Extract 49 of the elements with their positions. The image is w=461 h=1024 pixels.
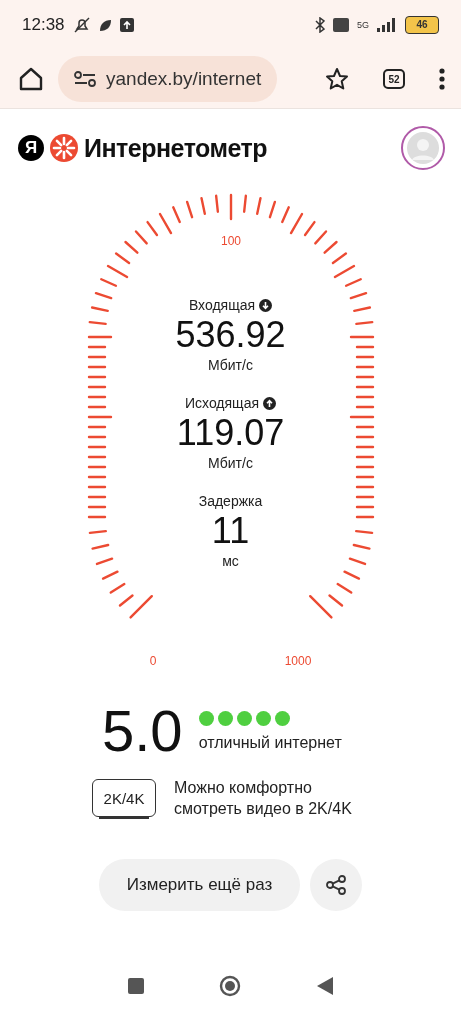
- metric-value: 536.92: [175, 313, 286, 357]
- arrow-up-icon: [263, 396, 276, 410]
- metric-value: 119.07: [176, 411, 285, 455]
- star-icon: [325, 67, 349, 91]
- metric-label: Входящая: [188, 297, 256, 313]
- tab-count-button[interactable]: 52: [383, 69, 405, 89]
- bluetooth-icon: [315, 17, 325, 33]
- avatar-button[interactable]: [401, 126, 445, 170]
- tune-icon: [74, 71, 96, 87]
- circle-icon: [219, 975, 242, 997]
- address-bar[interactable]: yandex.by/internet: [58, 56, 278, 102]
- page-title: Интернетометр: [84, 133, 268, 163]
- menu-icon: [439, 68, 445, 90]
- rating-dot: [255, 710, 271, 726]
- metric-unit: мс: [222, 553, 239, 569]
- upload-icon: [119, 18, 134, 32]
- volte-icon: [333, 18, 349, 32]
- logo-letter: Я: [18, 135, 44, 161]
- scale-label: 100: [220, 234, 241, 248]
- arrow-down-icon: [259, 298, 273, 312]
- rating-dot: [198, 710, 214, 726]
- network-type: 5G: [357, 20, 369, 30]
- scale-label: 0: [149, 654, 156, 667]
- muted-bell-icon: [72, 17, 91, 33]
- home-icon: [18, 66, 44, 92]
- back-icon: [317, 977, 334, 995]
- metric-label: Исходящая: [185, 395, 259, 411]
- metric-label: Задержка: [198, 493, 263, 509]
- rating-dot: [236, 710, 252, 726]
- url-text: yandex.by/internet: [106, 68, 262, 90]
- square-icon: [127, 978, 144, 994]
- rating-dot: [274, 710, 290, 726]
- battery-indicator: 46: [405, 16, 439, 34]
- signal-icon: [377, 18, 397, 32]
- status-time: 12:38: [22, 15, 65, 35]
- burst-logo-icon: [50, 134, 78, 162]
- rating-score: 5.0: [102, 701, 183, 761]
- retry-button[interactable]: Измерить ещё раз: [98, 859, 301, 911]
- rating-dot: [217, 710, 233, 726]
- scale-label: 1000: [284, 654, 311, 667]
- metric-value: 11: [211, 509, 250, 553]
- metric-unit: Мбит/с: [208, 455, 253, 471]
- quality-badge: 2K/4K: [92, 779, 156, 817]
- metric-unit: Мбит/с: [208, 357, 253, 373]
- leaf-icon: [98, 18, 112, 32]
- avatar-icon: [407, 132, 439, 164]
- rating-verdict: отличный интернет: [198, 733, 342, 752]
- quality-text: Можно комфортно смотреть видео в 2K/4K: [174, 778, 353, 819]
- share-icon: [325, 874, 348, 896]
